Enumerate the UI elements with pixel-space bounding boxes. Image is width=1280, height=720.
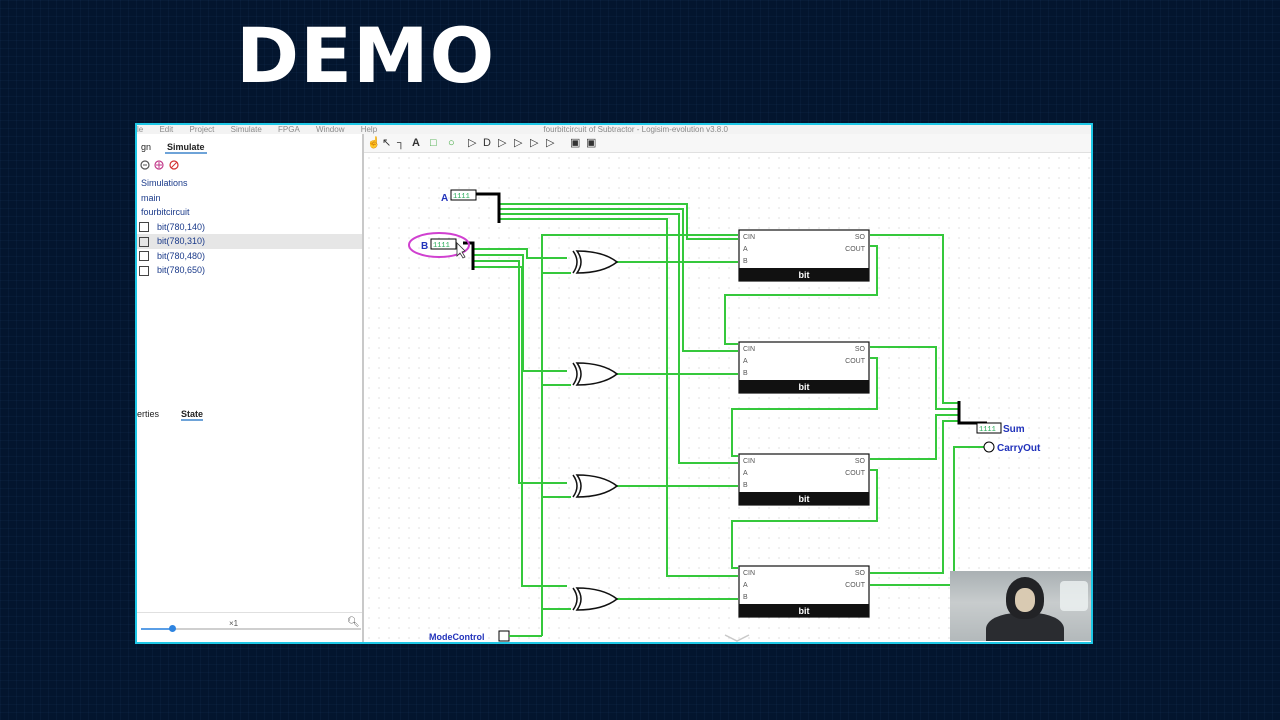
svg-text:B: B [743,482,748,489]
webcam-overlay [950,571,1091,641]
xor-gate-1[interactable] [572,250,619,274]
slide-title: DEMO [236,11,496,100]
svg-text:A: A [743,358,748,365]
svg-text:COUT: COUT [845,246,866,253]
mode-control-pin[interactable] [498,630,510,642]
svg-text:COUT: COUT [845,358,866,365]
svg-text:SO: SO [855,346,866,353]
adder-4[interactable]: bit CIN A B SO COUT [738,565,870,618]
svg-text:COUT: COUT [845,582,866,589]
svg-text:CIN: CIN [743,234,755,241]
svg-text:B: B [743,370,748,377]
adder-3[interactable]: bit CIN A B SO COUT [738,453,870,506]
carry-out-pin[interactable] [983,441,995,453]
xor-gate-3[interactable] [572,474,619,498]
adder-4-label: bit [799,606,810,616]
xor-gates [572,250,619,611]
svg-text:A: A [743,246,748,253]
xor-gate-4[interactable] [572,587,619,611]
carry-out-label: CarryOut [997,443,1041,454]
sum-label: Sum [1003,424,1025,435]
adder-3-label: bit [799,494,810,504]
svg-text:A: A [743,470,748,477]
svg-text:B: B [743,594,748,601]
green-wires [473,203,984,636]
svg-text:1111: 1111 [979,426,996,434]
chevron-down-icon[interactable] [724,634,750,642]
hand-cursor-icon [456,242,466,259]
adder-1[interactable]: bit CIN A B SO COUT [738,229,870,282]
svg-text:CIN: CIN [743,458,755,465]
xor-gate-2[interactable] [572,362,619,386]
svg-text:A: A [743,582,748,589]
svg-text:SO: SO [855,458,866,465]
svg-text:COUT: COUT [845,470,866,477]
screen-share-frame: le Edit Project Simulate FPGA Window Hel… [135,123,1093,644]
input-a-label: A [441,193,448,204]
adder-2[interactable]: bit CIN A B SO COUT [738,341,870,394]
presenter-face [1015,588,1035,612]
svg-text:CIN: CIN [743,346,755,353]
svg-text:CIN: CIN [743,570,755,577]
svg-text:B: B [743,258,748,265]
adder-2-label: bit [799,382,810,392]
adder-1-label: bit [799,270,810,280]
svg-text:1111: 1111 [453,193,470,201]
input-b-label: B [421,241,428,252]
svg-text:SO: SO [855,570,866,577]
mode-control-label: ModeControl [429,632,485,642]
circuit-diagram: A 1111 B 1111 bit CIN A B SO COUT bit CI… [408,189,1041,642]
svg-text:1111: 1111 [433,242,450,250]
svg-text:SO: SO [855,234,866,241]
